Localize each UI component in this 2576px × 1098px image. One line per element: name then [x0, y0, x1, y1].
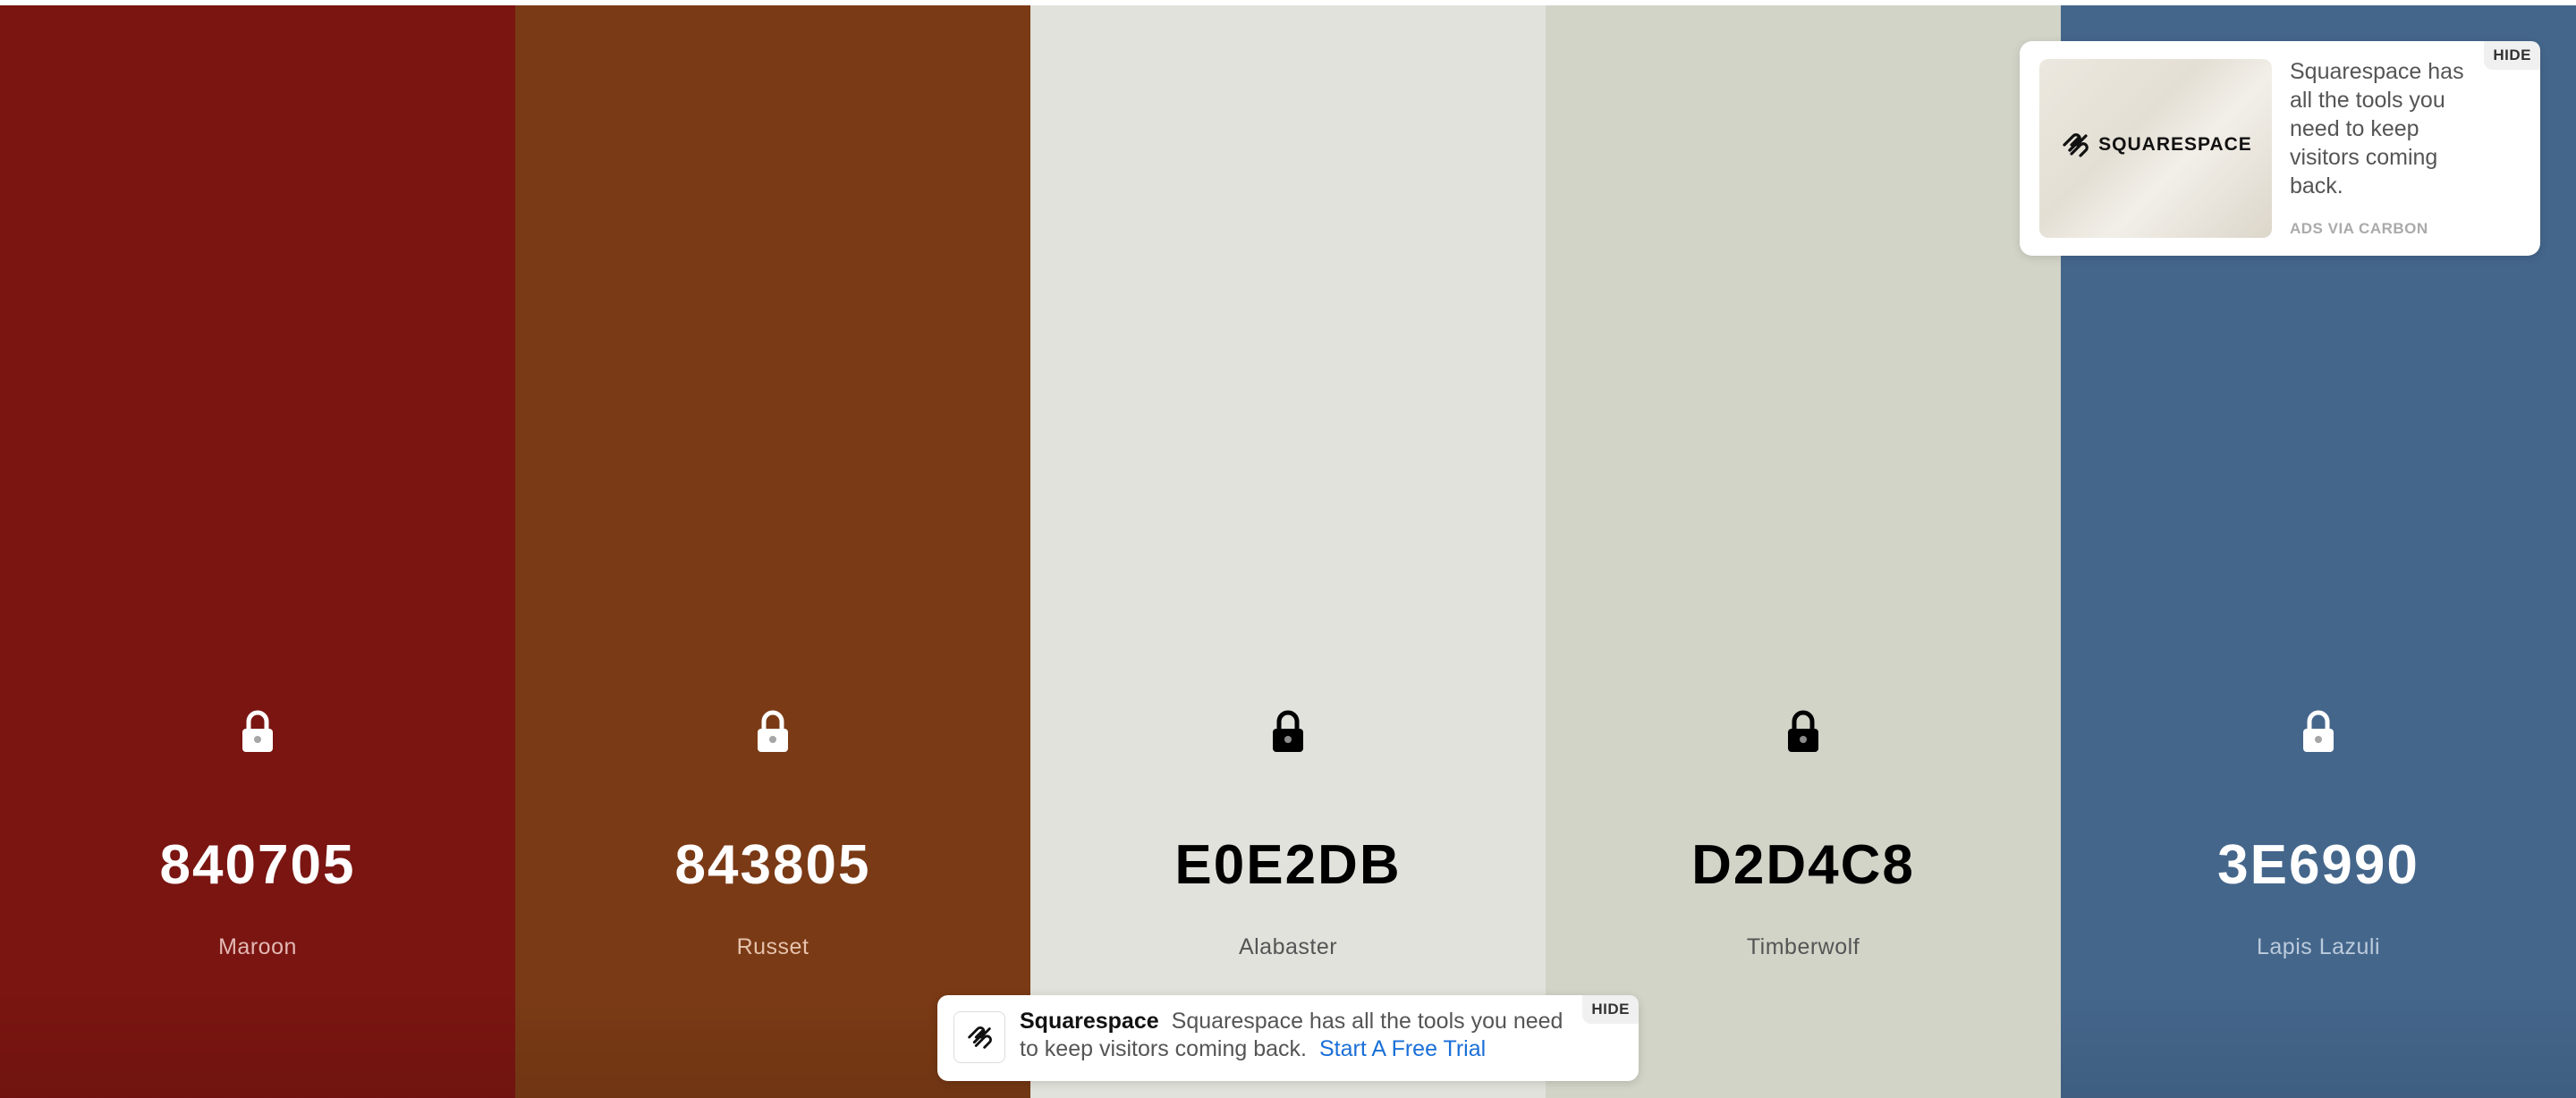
color-hex[interactable]: D2D4C8 — [1546, 830, 2061, 901]
color-name: Lapis Lazuli — [2256, 934, 2381, 959]
lock-icon[interactable] — [2301, 709, 2336, 754]
color-hex[interactable]: 843805 — [515, 830, 1030, 901]
color-swatch[interactable]: E0E2DB Alabaster — [1030, 5, 1546, 1098]
start-free-trial-link[interactable]: Start A Free Trial — [1319, 1036, 1486, 1061]
color-name: Alabaster — [1238, 934, 1338, 959]
color-swatch[interactable]: D2D4C8 Timberwolf — [1546, 5, 2061, 1098]
lock-icon[interactable] — [1785, 709, 1821, 754]
bottom-ad-banner[interactable]: Squarespace Squarespace has all the tools… — [937, 995, 1639, 1081]
lock-icon[interactable] — [240, 709, 275, 754]
ad-image[interactable]: SQUARESPACE — [2039, 59, 2272, 238]
ad-text[interactable]: Squarespace has all the tools you need t… — [2290, 57, 2478, 200]
hide-ad-button[interactable]: HIDE — [2484, 41, 2540, 70]
squarespace-logo-icon — [968, 1026, 992, 1049]
color-name: Russet — [736, 934, 809, 959]
color-hex[interactable]: E0E2DB — [1030, 830, 1546, 901]
color-hex[interactable]: 840705 — [0, 830, 515, 901]
hide-banner-button[interactable]: HIDE — [1582, 995, 1639, 1024]
lock-icon[interactable] — [1270, 709, 1306, 754]
color-hex[interactable]: 3E6990 — [2061, 830, 2576, 901]
carbon-ad-card[interactable]: SQUARESPACE Squarespace has all the tool… — [2020, 41, 2540, 256]
color-name: Timberwolf — [1746, 934, 1860, 959]
color-swatch[interactable]: 840705 Maroon — [0, 5, 515, 1098]
color-swatch[interactable]: 843805 Russet — [515, 5, 1030, 1098]
banner-logo[interactable] — [953, 1011, 1005, 1063]
banner-brand: Squarespace — [1020, 1009, 1159, 1034]
color-name: Maroon — [218, 934, 297, 959]
lock-icon[interactable] — [755, 709, 791, 754]
ad-brand: SQUARESPACE — [2039, 132, 2272, 157]
ads-via-carbon-link[interactable]: ADS VIA CARBON — [2290, 220, 2428, 238]
banner-message: Squarespace Squarespace has all the tools… — [1020, 1008, 1574, 1063]
squarespace-logo-icon — [2063, 133, 2089, 157]
